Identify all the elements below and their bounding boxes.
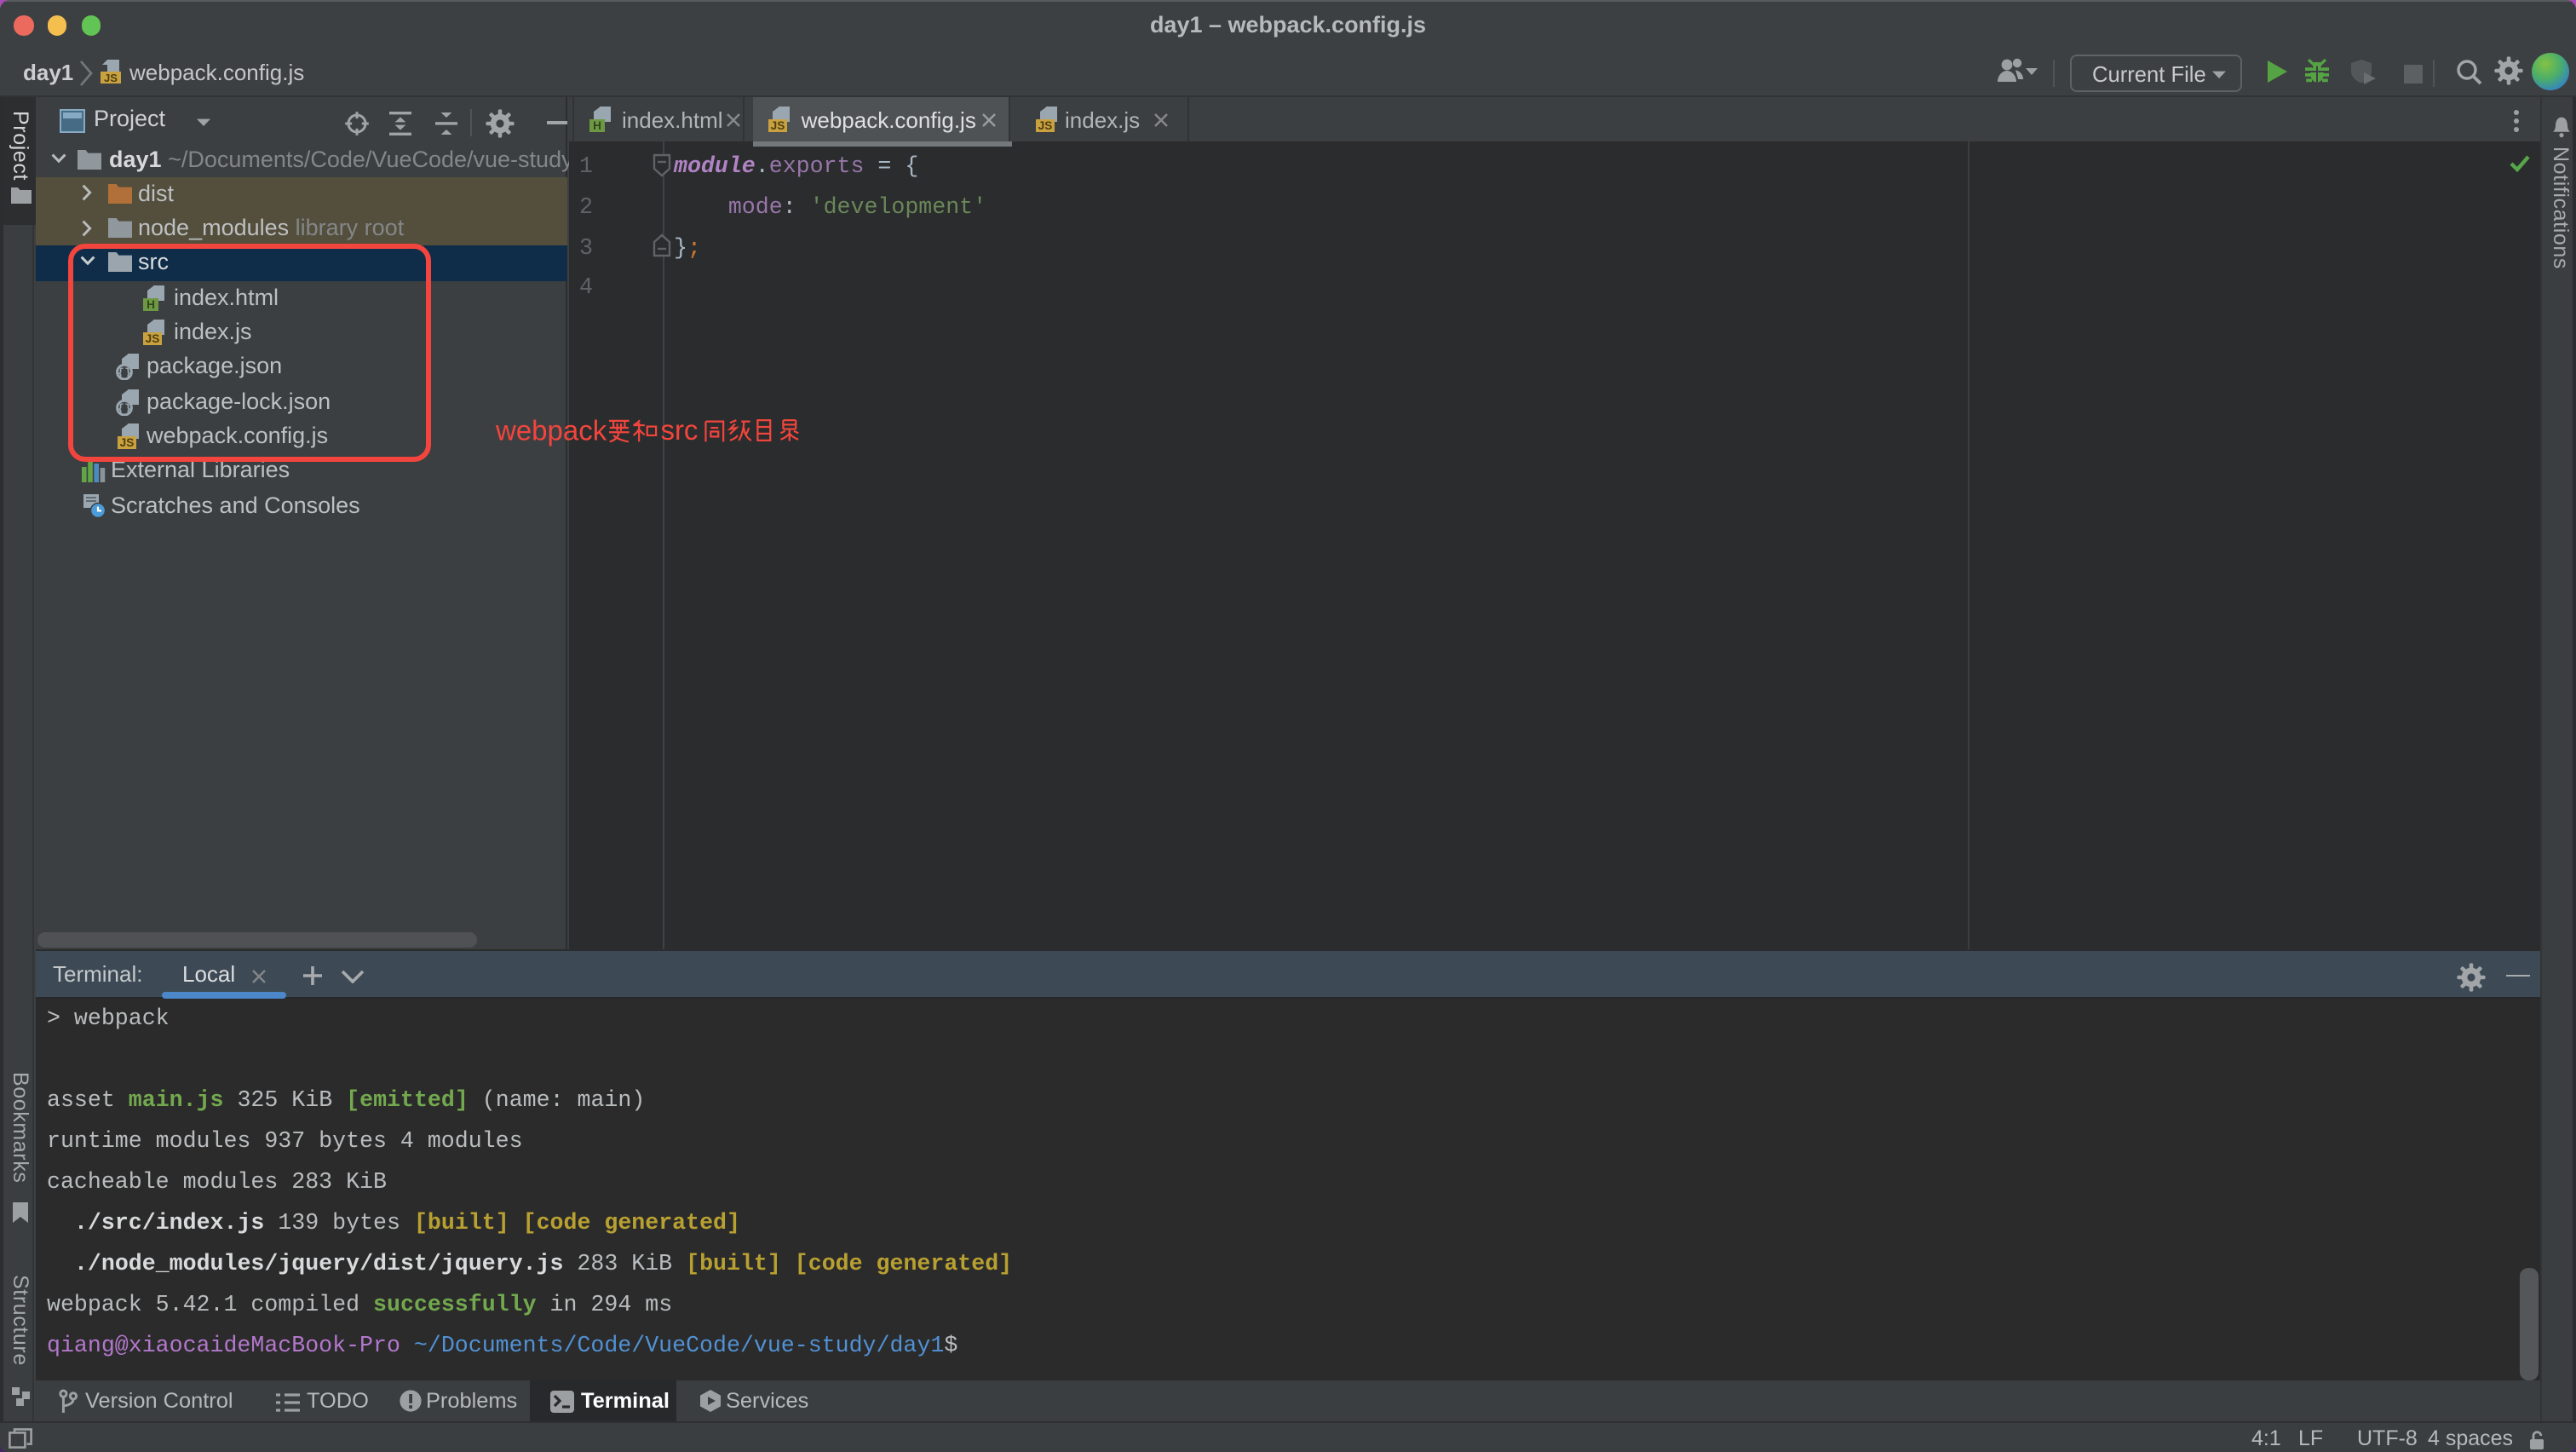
svg-text:JS: JS <box>1038 119 1052 132</box>
svg-text:JS: JS <box>771 119 785 132</box>
svg-text:H: H <box>593 119 601 132</box>
svg-text:JS: JS <box>103 72 117 84</box>
